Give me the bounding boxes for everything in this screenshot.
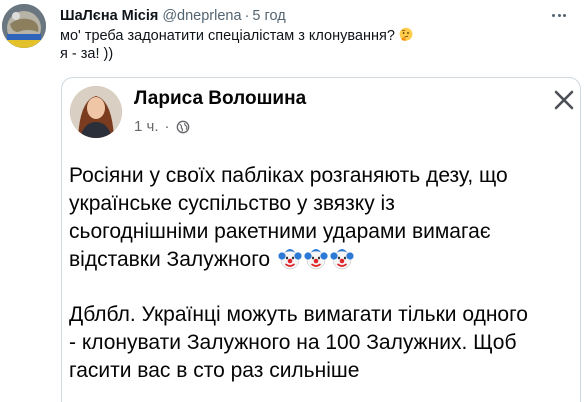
tweet-timestamp[interactable]: 5 год: [252, 8, 285, 24]
embed-line: - клонувати Залужного на 100 Залужних. Щ…: [69, 331, 517, 354]
embed-line: Дблбл. Українці можуть вимагати тільки о…: [69, 303, 528, 326]
embed-meta-separator: ·: [164, 118, 170, 135]
author-name[interactable]: ШаЛєна Місія: [60, 8, 158, 24]
embed-line: гасити вас в сто раз сильніше: [69, 359, 360, 382]
embed-line: сьогоднішніми ракетними ударами вимагає: [69, 220, 491, 243]
author-avatar[interactable]: [2, 4, 46, 48]
author-handle[interactable]: @dneprlena: [162, 8, 241, 24]
header-separator: ·: [244, 8, 250, 24]
embed-author-name: Лариса Волошина: [134, 88, 307, 109]
embed-author-avatar: [70, 86, 122, 138]
close-icon: [550, 86, 578, 114]
more-dot-icon: [557, 13, 561, 17]
clown-face-icon: [330, 249, 354, 270]
embed-timestamp: 1 ч.: [134, 118, 159, 135]
embed-line: Росіяни у своїх пабліках розганяють дезу…: [69, 164, 508, 187]
more-dot-icon: [562, 13, 566, 17]
tweet-text: мо' треба задонатити спеціалістам з клон…: [60, 27, 414, 63]
more-dot-icon: [552, 13, 556, 17]
tweet-card[interactable]: ШаЛєна Місія @dneprlena · 5 год мо' треб…: [0, 0, 585, 402]
thinking-face-icon: [399, 27, 413, 41]
embedded-screenshot[interactable]: Лариса Волошина 1 ч. · Росіяни у своїх п…: [61, 77, 581, 402]
globe-icon: [176, 120, 189, 133]
embed-avatar-portrait: [70, 86, 122, 138]
embed-line: українське суспільство у звязку із: [69, 192, 395, 215]
avatar-earth-image: [2, 4, 46, 48]
clown-face-icon: [304, 249, 328, 270]
tweet-header: ШаЛєна Місія @dneprlena · 5 год: [60, 6, 286, 26]
embed-post-text: Росіяни у своїх пабліках розганяють дезу…: [69, 162, 579, 385]
tweet-text-line1: мо' треба задонатити спеціалістам з клон…: [60, 28, 395, 44]
tweet-text-line2: я - за! )): [60, 46, 114, 62]
embed-post-meta: 1 ч. ·: [134, 118, 190, 135]
more-options-button[interactable]: [547, 3, 571, 27]
tweet-text-line: мо' треба задонатити спеціалістам з клон…: [60, 27, 414, 45]
clown-face-icon: [278, 249, 302, 270]
embed-line: відставки Залужного: [69, 248, 271, 271]
embed-line-with-emoji: відставки Залужного: [69, 246, 579, 274]
